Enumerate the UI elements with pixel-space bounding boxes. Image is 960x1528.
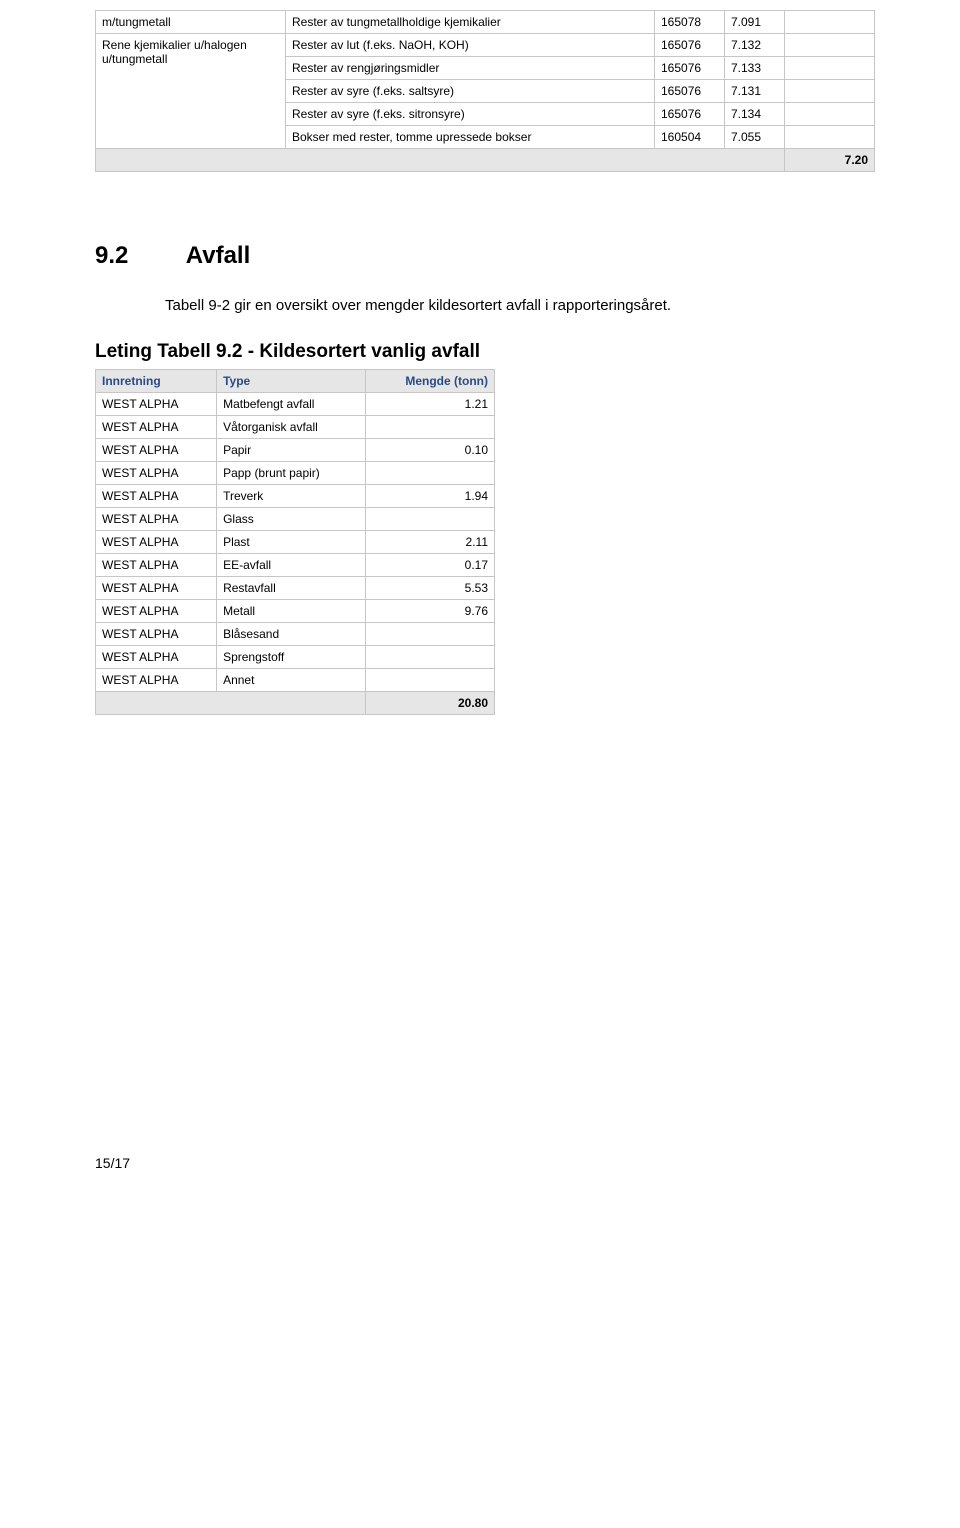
cell-innretning: WEST ALPHA <box>96 439 217 462</box>
section-number: 9.2 <box>95 242 180 270</box>
cell-code: 165076 <box>655 57 725 80</box>
section-heading: 9.2 Avfall <box>95 242 875 270</box>
table-row: WEST ALPHARestavfall5.53 <box>96 577 495 600</box>
table-header-row: Innretning Type Mengde (tonn) <box>96 370 495 393</box>
col-mengde: Mengde (tonn) <box>365 370 494 393</box>
table-row: WEST ALPHAGlass <box>96 508 495 531</box>
cell-category: m/tungmetall <box>96 11 286 34</box>
cell-empty <box>785 57 875 80</box>
table-row: m/tungmetallRester av tungmetallholdige … <box>96 11 875 34</box>
col-type: Type <box>217 370 365 393</box>
cell-desc: Rester av syre (f.eks. saltsyre) <box>286 80 655 103</box>
cell-desc: Rester av tungmetallholdige kjemikalier <box>286 11 655 34</box>
cell-desc: Rester av syre (f.eks. sitronsyre) <box>286 103 655 126</box>
cell-innretning: WEST ALPHA <box>96 623 217 646</box>
cell-code: 165076 <box>655 103 725 126</box>
cell-type: EE-avfall <box>217 554 365 577</box>
table-row: WEST ALPHAVåtorganisk avfall <box>96 416 495 439</box>
cell-empty <box>785 126 875 149</box>
cell-category: Rene kjemikalier u/halogen u/tungmetall <box>96 34 286 149</box>
cell-innretning: WEST ALPHA <box>96 554 217 577</box>
cell-type: Annet <box>217 669 365 692</box>
cell-desc: Rester av lut (f.eks. NaOH, KOH) <box>286 34 655 57</box>
intro-paragraph: Tabell 9-2 gir en oversikt over mengder … <box>165 295 875 316</box>
cell-value: 7.134 <box>725 103 785 126</box>
cell-total: 20.80 <box>365 692 494 715</box>
cell-empty <box>785 103 875 126</box>
cell-empty <box>785 11 875 34</box>
cell-type: Restavfall <box>217 577 365 600</box>
cell-innretning: WEST ALPHA <box>96 577 217 600</box>
waste-table: Innretning Type Mengde (tonn) WEST ALPHA… <box>95 369 495 715</box>
col-innretning: Innretning <box>96 370 217 393</box>
cell-innretning: WEST ALPHA <box>96 646 217 669</box>
cell-innretning: WEST ALPHA <box>96 462 217 485</box>
cell-amount <box>365 646 494 669</box>
cell-amount: 5.53 <box>365 577 494 600</box>
cell-value: 7.133 <box>725 57 785 80</box>
cell-value: 7.055 <box>725 126 785 149</box>
table-row: WEST ALPHABlåsesand <box>96 623 495 646</box>
table-row: Rene kjemikalier u/halogen u/tungmetallR… <box>96 34 875 57</box>
cell-type: Papp (brunt papir) <box>217 462 365 485</box>
cell-value: 7.132 <box>725 34 785 57</box>
cell-code: 165076 <box>655 80 725 103</box>
cell-innretning: WEST ALPHA <box>96 508 217 531</box>
cell-type: Blåsesand <box>217 623 365 646</box>
cell-amount <box>365 416 494 439</box>
table-row: WEST ALPHAPapir0.10 <box>96 439 495 462</box>
cell-amount <box>365 623 494 646</box>
cell-empty <box>785 80 875 103</box>
table-row: WEST ALPHAMatbefengt avfall1.21 <box>96 393 495 416</box>
table-row: WEST ALPHATreverk1.94 <box>96 485 495 508</box>
cell-code: 160504 <box>655 126 725 149</box>
table-row: WEST ALPHAPapp (brunt papir) <box>96 462 495 485</box>
table-total-row: 7.20 <box>96 149 875 172</box>
cell-amount: 0.10 <box>365 439 494 462</box>
section-title-text: Avfall <box>186 242 250 269</box>
cell-amount: 0.17 <box>365 554 494 577</box>
cell-innretning: WEST ALPHA <box>96 600 217 623</box>
table-row: WEST ALPHAAnnet <box>96 669 495 692</box>
cell-amount: 2.11 <box>365 531 494 554</box>
cell-total: 7.20 <box>785 149 875 172</box>
cell-type: Papir <box>217 439 365 462</box>
table-row: WEST ALPHASprengstoff <box>96 646 495 669</box>
cell-empty <box>96 149 785 172</box>
cell-type: Matbefengt avfall <box>217 393 365 416</box>
table-row: WEST ALPHAPlast2.11 <box>96 531 495 554</box>
chemicals-table: m/tungmetallRester av tungmetallholdige … <box>95 10 875 172</box>
cell-desc: Rester av rengjøringsmidler <box>286 57 655 80</box>
cell-value: 7.131 <box>725 80 785 103</box>
cell-type: Metall <box>217 600 365 623</box>
cell-innretning: WEST ALPHA <box>96 393 217 416</box>
table-row: WEST ALPHAMetall9.76 <box>96 600 495 623</box>
cell-innretning: WEST ALPHA <box>96 531 217 554</box>
cell-amount: 9.76 <box>365 600 494 623</box>
page-footer: 15/17 <box>95 1155 875 1171</box>
table-subheading: Leting Tabell 9.2 - Kildesortert vanlig … <box>95 341 875 363</box>
cell-code: 165076 <box>655 34 725 57</box>
table-total-row: 20.80 <box>96 692 495 715</box>
cell-empty <box>785 34 875 57</box>
cell-innretning: WEST ALPHA <box>96 669 217 692</box>
cell-type: Sprengstoff <box>217 646 365 669</box>
cell-amount <box>365 508 494 531</box>
cell-innretning: WEST ALPHA <box>96 485 217 508</box>
cell-amount <box>365 669 494 692</box>
cell-empty <box>96 692 366 715</box>
cell-value: 7.091 <box>725 11 785 34</box>
cell-amount <box>365 462 494 485</box>
cell-type: Treverk <box>217 485 365 508</box>
cell-amount: 1.21 <box>365 393 494 416</box>
cell-type: Glass <box>217 508 365 531</box>
cell-code: 165078 <box>655 11 725 34</box>
cell-desc: Bokser med rester, tomme upressede bokse… <box>286 126 655 149</box>
cell-type: Plast <box>217 531 365 554</box>
cell-amount: 1.94 <box>365 485 494 508</box>
cell-type: Våtorganisk avfall <box>217 416 365 439</box>
cell-innretning: WEST ALPHA <box>96 416 217 439</box>
table-row: WEST ALPHAEE-avfall0.17 <box>96 554 495 577</box>
